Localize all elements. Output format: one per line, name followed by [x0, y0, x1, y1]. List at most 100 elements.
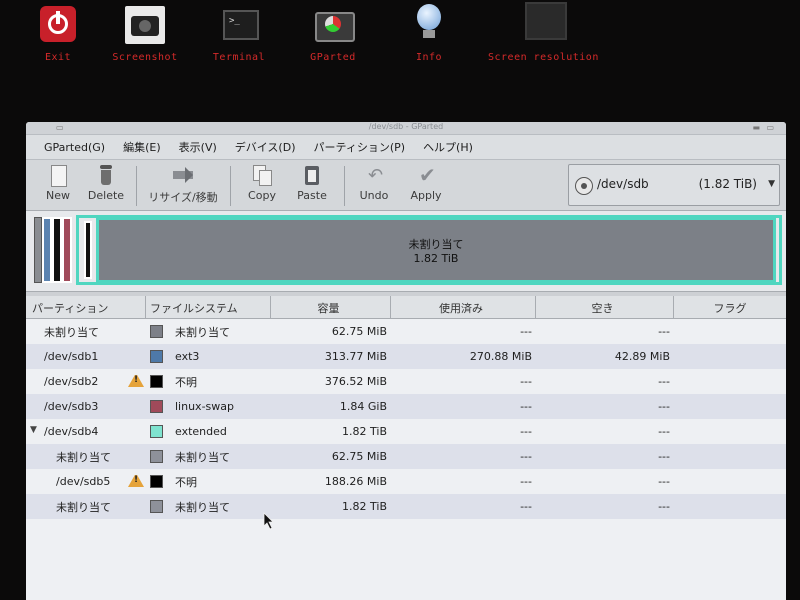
map-segment-sdb5[interactable] — [84, 221, 92, 279]
filesystem-color-swatch — [150, 450, 163, 463]
cell-filesystem: extended — [146, 425, 271, 438]
menu-gparted[interactable]: GParted(G) — [44, 141, 105, 154]
launcher-info[interactable]: Info — [374, 2, 484, 63]
partition-name: 未割り当て — [56, 500, 111, 514]
cell-size: 188.26 MiB — [324, 475, 387, 488]
cell-filesystem: 不明 — [146, 374, 271, 390]
table-row[interactable]: /dev/sdb3 linux-swap 1.84 GiB --- --- — [26, 394, 786, 419]
partition-map: 未割り当て 1.82 TiB — [26, 211, 786, 292]
table-row[interactable]: ▼ /dev/sdb4 extended 1.82 TiB --- --- — [26, 419, 786, 444]
cell-used: --- — [520, 375, 532, 388]
map-segment-sdb1[interactable] — [42, 217, 52, 283]
cell-size: 313.77 MiB — [324, 350, 387, 363]
maximize-icon[interactable]: ▭ — [766, 123, 774, 132]
cell-free: --- — [658, 500, 670, 513]
copy-button[interactable]: Copy — [242, 163, 282, 202]
launcher-screen-resolution[interactable]: Screen resolution — [488, 2, 598, 63]
cell-size: 1.82 TiB — [342, 500, 387, 513]
cell-filesystem: 未割り当て — [146, 499, 271, 515]
filesystem-name: extended — [175, 425, 227, 438]
partition-table: パーティション ファイルシステム 容量 使用済み 空き フラグ 未割り当て未割り… — [26, 296, 786, 600]
launcher-label: GParted — [310, 52, 356, 63]
map-segment-sdb2[interactable] — [52, 217, 62, 283]
cell-size: 62.75 MiB — [331, 450, 387, 463]
warning-icon — [128, 475, 144, 487]
cell-filesystem: 未割り当て — [146, 324, 271, 340]
filesystem-name: 未割り当て — [175, 500, 230, 514]
warning-icon — [128, 375, 144, 387]
column-header-partition[interactable]: パーティション — [26, 296, 146, 318]
checkmark-icon: ✔ — [419, 163, 436, 187]
cell-filesystem: 未割り当て — [146, 449, 271, 465]
cell-filesystem: linux-swap — [146, 400, 271, 413]
table-row[interactable]: /dev/sdb2 不明 376.52 MiB --- --- — [26, 369, 786, 394]
delete-button[interactable]: Delete — [82, 163, 130, 202]
table-row[interactable]: 未割り当て 未割り当て 62.75 MiB --- --- — [26, 444, 786, 469]
menu-partition[interactable]: パーティション(P) — [314, 139, 406, 155]
filesystem-color-swatch — [150, 325, 163, 338]
filesystem-name: ext3 — [175, 350, 200, 363]
paste-button-label: Paste — [297, 189, 327, 202]
table-row[interactable]: /dev/sdb5 不明 188.26 MiB --- --- — [26, 469, 786, 494]
cell-size: 1.82 TiB — [342, 425, 387, 438]
cell-filesystem: ext3 — [146, 350, 271, 363]
undo-arrow-icon: ↶ — [368, 165, 384, 186]
device-selector[interactable]: /dev/sdb (1.82 TiB) ▼ — [568, 164, 780, 206]
dropdown-arrow-icon: ▼ — [768, 179, 775, 189]
window-titlebar[interactable]: ▭ /dev/sdb - GParted ▬ ▭ — [26, 122, 786, 134]
cell-used: --- — [520, 400, 532, 413]
menu-edit[interactable]: 編集(E) — [123, 139, 161, 155]
cell-partition: 未割り当て — [26, 499, 146, 515]
camera-icon — [123, 2, 167, 46]
paste-clipboard-icon — [300, 163, 324, 187]
cell-partition: /dev/sdb3 — [26, 400, 146, 413]
paste-button[interactable]: Paste — [290, 163, 334, 202]
minimize-icon[interactable]: ▬ — [752, 123, 760, 132]
gparted-window: ▭ /dev/sdb - GParted ▬ ▭ GParted(G) 編集(E… — [26, 122, 786, 600]
map-segment-sdb3[interactable] — [62, 217, 72, 283]
desktop-launcher-bar: Exit Screenshot >_ Terminal GParted Info — [0, 0, 800, 118]
launcher-gparted[interactable]: GParted — [278, 2, 388, 63]
column-header-size[interactable]: 容量 — [271, 296, 391, 318]
map-segment-unallocated[interactable] — [34, 217, 42, 283]
column-header-free[interactable]: 空き — [536, 296, 674, 318]
table-header: パーティション ファイルシステム 容量 使用済み 空き フラグ — [26, 296, 786, 319]
partition-name: 未割り当て — [56, 450, 111, 464]
cell-used: --- — [520, 425, 532, 438]
toolbar-separator — [136, 166, 137, 206]
new-button-label: New — [46, 189, 70, 202]
partition-name: 未割り当て — [44, 325, 99, 339]
cell-free: --- — [658, 450, 670, 463]
launcher-label: Info — [415, 52, 443, 63]
map-unallocated-size: 1.82 TiB — [413, 252, 459, 265]
menu-help[interactable]: ヘルプ(H) — [423, 139, 473, 155]
monitor-icon — [521, 2, 567, 46]
cell-free: 42.89 MiB — [614, 350, 670, 363]
copy-icon — [250, 163, 274, 187]
column-header-used[interactable]: 使用済み — [391, 296, 536, 318]
menu-bar: GParted(G) 編集(E) 表示(V) デバイス(D) パーティション(P… — [26, 134, 786, 160]
resize-move-button[interactable]: リサイズ/移動 — [144, 163, 222, 205]
table-row[interactable]: 未割り当て 未割り当て 1.82 TiB --- --- — [26, 494, 786, 519]
partition-name: /dev/sdb1 — [44, 350, 99, 363]
column-header-flags[interactable]: フラグ — [674, 296, 786, 318]
partition-name: /dev/sdb5 — [56, 475, 111, 488]
expander-arrow-icon[interactable]: ▼ — [30, 425, 37, 435]
menu-device[interactable]: デバイス(D) — [235, 139, 296, 155]
table-row[interactable]: /dev/sdb1 ext3 313.77 MiB 270.88 MiB 42.89 M… — [26, 344, 786, 369]
partition-name: /dev/sdb2 — [44, 375, 99, 388]
table-row[interactable]: 未割り当て 未割り当て 62.75 MiB --- --- — [26, 319, 786, 344]
column-header-filesystem[interactable]: ファイルシステム — [146, 296, 271, 318]
menu-view[interactable]: 表示(V) — [179, 139, 217, 155]
filesystem-color-swatch — [150, 350, 163, 363]
filesystem-name: 不明 — [175, 375, 197, 389]
new-button[interactable]: New — [40, 163, 76, 202]
apply-button[interactable]: ✔ Apply — [404, 163, 448, 202]
cell-free: --- — [658, 400, 670, 413]
filesystem-color-swatch — [150, 425, 163, 438]
info-bulb-icon — [407, 2, 451, 46]
filesystem-name: linux-swap — [175, 400, 234, 413]
undo-button[interactable]: ↶ Undo — [354, 163, 394, 203]
map-segment-unallocated-large[interactable]: 未割り当て 1.82 TiB — [96, 217, 776, 283]
resize-move-button-label: リサイズ/移動 — [148, 191, 218, 204]
